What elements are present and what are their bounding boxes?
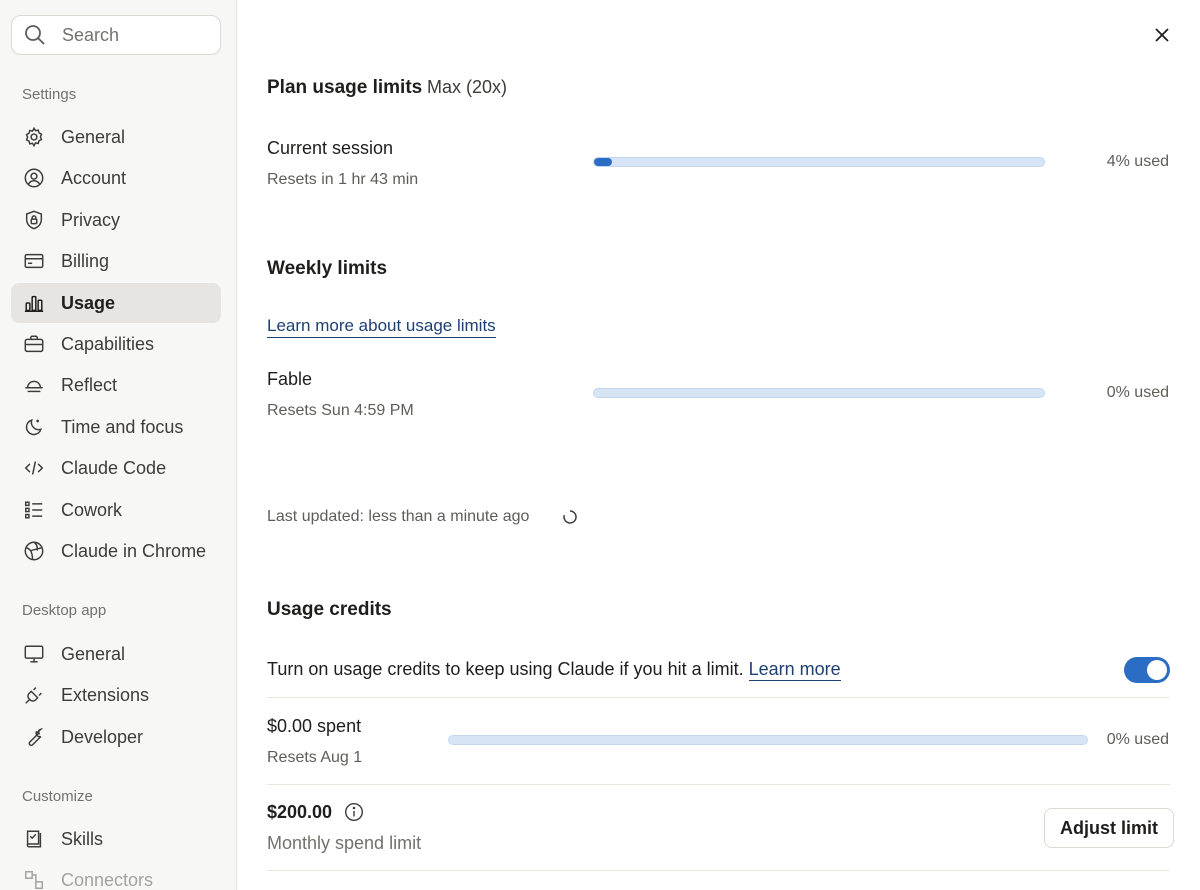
sidebar-item-claude-in-chrome[interactable]: Claude in Chrome [11, 531, 221, 571]
sidebar-item-label: Usage [61, 292, 116, 313]
search-input[interactable]: Search [11, 15, 221, 55]
info-button[interactable] [344, 802, 364, 822]
sidebar-item-label: Billing [61, 250, 110, 271]
sidebar-item-label: Reflect [61, 374, 118, 395]
sidebar-item-extensions[interactable]: Extensions [11, 675, 221, 715]
spend-limit-amount: $200.00 [267, 802, 333, 822]
bar-chart-icon [22, 292, 45, 315]
sidebar-item-general[interactable]: General [11, 117, 221, 157]
section-label-settings: Settings [22, 86, 77, 103]
current-session-title: Current session [267, 138, 394, 158]
section-label-desktop-app: Desktop app [22, 602, 107, 619]
sidebar-item-developer[interactable]: Developer [11, 717, 221, 757]
refresh-button[interactable] [562, 509, 578, 525]
divider [267, 870, 1170, 871]
sidebar-item-reflect[interactable]: Reflect [11, 365, 221, 405]
settings-sidebar: Search Settings General Account Privacy … [0, 0, 237, 890]
sidebar-item-skills[interactable]: Skills [11, 819, 221, 859]
sidebar-item-label: Developer [61, 726, 144, 747]
sidebar-item-connectors[interactable]: Connectors [11, 860, 221, 890]
usage-settings-panel: Plan usage limits Max (20x) Current sess… [237, 0, 1200, 890]
plug-icon [22, 684, 45, 707]
sidebar-item-label: Connectors [61, 869, 154, 890]
sidebar-item-label: Extensions [61, 684, 150, 705]
sidebar-item-label: Claude Code [61, 457, 167, 478]
current-session-reset: Resets in 1 hr 43 min [267, 171, 419, 188]
monitor-icon [22, 643, 45, 666]
sidebar-item-privacy[interactable]: Privacy [11, 200, 221, 240]
section-label-customize: Customize [22, 788, 93, 805]
usage-credits-toggle[interactable] [1124, 657, 1170, 683]
close-button[interactable] [1151, 24, 1173, 46]
sidebar-item-account[interactable]: Account [11, 158, 221, 198]
sidebar-item-label: Claude in Chrome [61, 540, 207, 561]
adjust-limit-button[interactable]: Adjust limit [1044, 808, 1174, 848]
credits-spent-title: $0.00 spent [267, 716, 362, 736]
last-updated-text: Last updated: less than a minute ago [267, 508, 530, 525]
usage-credits-title: Usage credits [267, 599, 392, 620]
sidebar-item-desktop-general[interactable]: General [11, 634, 221, 674]
fable-reset: Resets Sun 4:59 PM [267, 402, 414, 419]
skills-icon [22, 828, 45, 851]
fable-title: Fable [267, 369, 313, 389]
plan-usage-title: Plan usage limits [267, 77, 423, 98]
sidebar-item-label: Time and focus [61, 416, 184, 437]
credits-progress-bar [448, 735, 1088, 745]
sunset-icon [22, 374, 45, 397]
moon-icon [22, 416, 45, 439]
usage-credits-text: Turn on usage credits to keep using Clau… [267, 659, 744, 679]
search-placeholder: Search [62, 24, 120, 45]
usage-credits-description: Turn on usage credits to keep using Clau… [267, 659, 841, 681]
sidebar-item-label: Cowork [61, 499, 123, 520]
globe-icon [22, 540, 45, 563]
close-icon [1155, 28, 1169, 42]
toggle-knob [1147, 660, 1167, 680]
sidebar-item-time-and-focus[interactable]: Time and focus [11, 407, 221, 447]
briefcase-icon [22, 333, 45, 356]
sidebar-item-label: Skills [61, 828, 104, 849]
user-circle-icon [22, 167, 45, 190]
fable-progress-bar [593, 388, 1045, 398]
fable-percent: 0% used [1106, 384, 1169, 401]
current-session-percent: 4% used [1106, 153, 1169, 170]
credit-card-icon [22, 250, 45, 273]
sidebar-item-billing[interactable]: Billing [11, 241, 221, 281]
code-icon [22, 457, 45, 480]
sidebar-item-cowork[interactable]: Cowork [11, 490, 221, 530]
sidebar-item-claude-code[interactable]: Claude Code [11, 448, 221, 488]
divider [267, 697, 1170, 698]
sidebar-item-label: General [61, 643, 126, 664]
progress-fill [594, 158, 612, 166]
learn-more-usage-limits-link[interactable]: Learn more about usage limits [267, 316, 496, 338]
sidebar-item-label: Account [61, 167, 127, 188]
sidebar-item-label: Privacy [61, 209, 121, 230]
credits-percent: 0% used [1106, 731, 1169, 748]
shield-lock-icon [22, 209, 45, 232]
divider [267, 784, 1170, 785]
spend-limit-label: Monthly spend limit [267, 833, 422, 853]
current-session-progress-bar [593, 157, 1045, 167]
sidebar-item-label: Capabilities [61, 333, 155, 354]
search-icon [25, 25, 45, 45]
sidebar-item-usage[interactable]: Usage [11, 283, 221, 323]
info-icon [344, 802, 364, 822]
learn-more-link[interactable]: Learn more [748, 659, 841, 681]
loading-spinner-icon [563, 510, 577, 524]
sidebar-item-label: General [61, 126, 126, 147]
plan-badge: Max (20x) [427, 77, 508, 97]
checklist-icon [22, 499, 45, 522]
weekly-limits-title: Weekly limits [267, 258, 388, 279]
sidebar-item-capabilities[interactable]: Capabilities [11, 324, 221, 364]
credits-spent-reset: Resets Aug 1 [267, 749, 363, 766]
connectors-icon [22, 869, 45, 890]
wrench-icon [22, 726, 45, 749]
gear-icon [22, 126, 45, 149]
